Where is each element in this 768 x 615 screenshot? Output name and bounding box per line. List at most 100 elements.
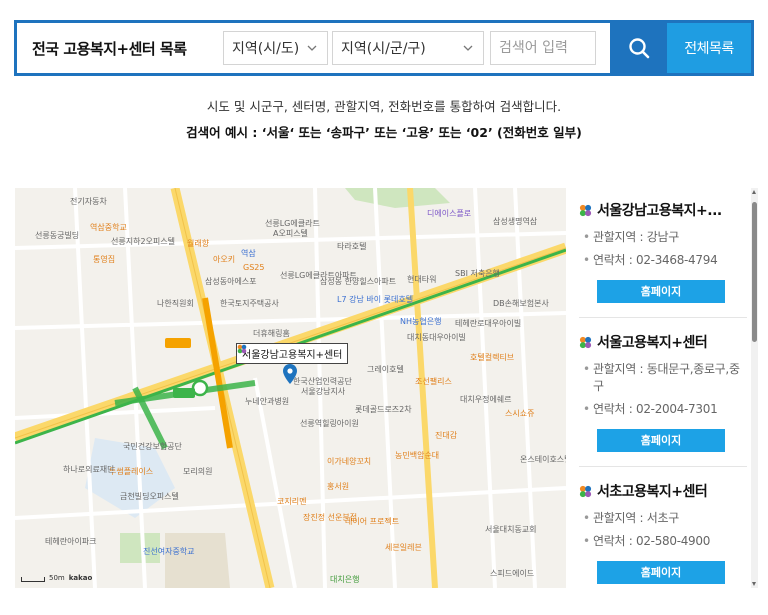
map-label: 레이어 프로젝트 <box>345 517 400 526</box>
center-phone: 연락처 : 02-3468-4794 <box>579 252 747 269</box>
scale-label: 50m <box>49 574 65 582</box>
center-card: 서초고용복지+센터 관할지역 : 서초구 연락처 : 02-580-4900 홈… <box>573 467 751 584</box>
search-bar: 전국 고용복지+센터 목록 지역(시/도) 지역(시/군/구) 전체목록 <box>14 20 754 76</box>
logo-icon <box>579 336 592 348</box>
map-label: NH농협은행 <box>400 317 442 326</box>
map-label: 조선팰리스 <box>415 377 452 386</box>
map-label: 한국산업인력공단 <box>293 377 352 386</box>
map-label: 삼성생명역삼 <box>493 217 538 226</box>
logo-icon <box>579 485 592 497</box>
map-label: 세븐일레븐 <box>385 543 422 552</box>
map-callout-label: 서울강남고용복지+센터 <box>242 350 343 361</box>
logo-icon <box>579 204 592 216</box>
map-label: 스피드에이드 <box>490 569 535 578</box>
list-scrollbar[interactable] <box>751 188 758 588</box>
map-label: 투썸플레이스 <box>109 467 154 476</box>
center-name: 서울고용복지+센터 <box>597 335 708 351</box>
map-label: 아오키 <box>213 255 236 264</box>
kakao-logo: kakao <box>68 574 93 582</box>
map-label: 온스테이호스텔 <box>520 455 566 464</box>
map-label: 대치동대우아이빌 <box>407 333 466 342</box>
map-label: 금천빌딩오피스텔 <box>120 492 179 501</box>
map-label: 디에이스플로 <box>427 209 472 218</box>
map-label: 나한직원회 <box>157 299 194 308</box>
map-label: 선릉동궁빌딩 <box>35 231 80 240</box>
chevron-down-icon <box>461 41 475 55</box>
map-label: 진선여자중학교 <box>143 547 195 556</box>
map-label: GS25 <box>243 263 265 272</box>
map-label: 이가네양꼬치 <box>327 457 372 466</box>
map-scale: 50m kakao <box>21 574 92 582</box>
map-label: 모리의원 <box>183 467 213 476</box>
sigungu-select[interactable]: 지역(시/군/구) <box>332 31 484 65</box>
map-label: 타라호텔 <box>337 242 367 251</box>
map-label: 코지리멘 <box>277 497 307 506</box>
map-label: L7 강남 바이 롯데호텔 <box>337 295 414 304</box>
center-card: 서울강남고용복지+... 관할지역 : 강남구 연락처 : 02-3468-47… <box>573 188 751 318</box>
homepage-button[interactable]: 홈페이지 <box>597 280 725 303</box>
sido-select[interactable]: 지역(시/도) <box>223 31 328 65</box>
logo-icon <box>237 344 247 354</box>
center-title[interactable]: 서초고용복지+센터 <box>579 481 747 501</box>
center-name: 서초고용복지+센터 <box>597 484 708 500</box>
map-label: 테헤란아이파크 <box>45 537 97 546</box>
map-label: 더휴해링홈 <box>253 329 290 338</box>
map-label: 삼성동 한양힐스아파트 <box>320 277 397 286</box>
sido-select-value: 지역(시/도) <box>232 41 300 57</box>
map-label: 스시쇼쥬 <box>505 409 535 418</box>
map-label: 테헤란로대우아이빌 <box>455 319 522 328</box>
map-label: 호텔컬렉티브 <box>470 353 515 362</box>
map-label: 삼성동아에스포 <box>205 277 257 286</box>
map-label: 통영집 <box>93 255 116 264</box>
center-card: 서울고용복지+센터 관할지역 : 동대문구,종로구,중구 연락처 : 02-20… <box>573 318 751 467</box>
map-label: A오피스텔 <box>273 229 308 238</box>
center-jurisdiction: 관할지역 : 강남구 <box>579 229 747 246</box>
map-label: 하나로의료재단 <box>63 465 115 474</box>
map-label: 그레이호텔 <box>367 365 404 374</box>
map-label: 대치우정에쉐르 <box>460 395 512 404</box>
search-button[interactable] <box>610 23 667 73</box>
map-label: 역삼 <box>241 249 256 258</box>
map-label: 선릉LG에클라트 <box>265 219 320 228</box>
scroll-down-icon[interactable] <box>752 582 756 586</box>
map-label: 선릉지하2오피스텔 <box>111 237 175 246</box>
map-view[interactable]: 전기자동차 역삼중학교 선릉LG에클라트 A오피스텔 디에이스플로 삼성생명역삼… <box>15 188 566 588</box>
homepage-button[interactable]: 홈페이지 <box>597 561 725 584</box>
map-label: 서울대치동교회 <box>485 525 537 534</box>
center-title[interactable]: 서울강남고용복지+... <box>579 200 747 220</box>
all-list-button[interactable]: 전체목록 <box>667 23 751 73</box>
map-label: 농민백암순대 <box>395 451 440 460</box>
map-label: 한국토지주택공사 <box>220 299 279 308</box>
map-label: 월래향 <box>187 239 210 248</box>
map-label: 롯데골드로즈2차 <box>355 405 412 414</box>
map-label: 서울강남지사 <box>301 387 346 396</box>
search-icon <box>628 38 649 59</box>
map-label: 선릉역힐링아이원 <box>300 419 359 428</box>
map-callout[interactable]: 서울강남고용복지+센터 <box>236 343 349 364</box>
center-phone: 연락처 : 02-580-4900 <box>579 533 747 550</box>
center-title[interactable]: 서울고용복지+센터 <box>579 332 747 352</box>
map-label: 국민건강보험공단 <box>123 442 182 451</box>
center-name: 서울강남고용복지+... <box>597 203 722 219</box>
map-label: 대치은행 <box>330 575 360 584</box>
center-jurisdiction: 관할지역 : 동대문구,종로구,중구 <box>579 361 747 395</box>
map-label: 진대감 <box>435 431 458 440</box>
search-help-text: 시도 및 시군구, 센터명, 관할지역, 전화번호를 통합하여 검색합니다. <box>206 99 562 114</box>
map-label: DB손해보험본사 <box>493 299 549 308</box>
chevron-down-icon <box>305 41 319 55</box>
scroll-up-icon[interactable] <box>752 190 756 194</box>
homepage-button[interactable]: 홈페이지 <box>597 429 725 452</box>
map-label: 전기자동차 <box>70 197 107 206</box>
map-label: 누네안과병원 <box>245 397 290 406</box>
map-canvas <box>15 188 566 588</box>
center-phone: 연락처 : 02-2004-7301 <box>579 401 747 418</box>
search-input[interactable] <box>490 31 596 65</box>
page-title: 전국 고용복지+센터 목록 <box>32 39 187 58</box>
search-example-text: 검색어 예시 : ‘서울‘ 또는 ‘송파구’ 또는 ‘고용’ 또는 ‘02’ (… <box>186 125 582 140</box>
map-label: SBI 저축은행 <box>455 269 500 278</box>
map-label: 역삼중학교 <box>90 223 127 232</box>
scroll-thumb[interactable] <box>752 202 757 342</box>
scale-bar <box>21 577 45 582</box>
map-label: 홍서원 <box>327 482 350 491</box>
center-list: 서울강남고용복지+... 관할지역 : 강남구 연락처 : 02-3468-47… <box>573 188 751 615</box>
